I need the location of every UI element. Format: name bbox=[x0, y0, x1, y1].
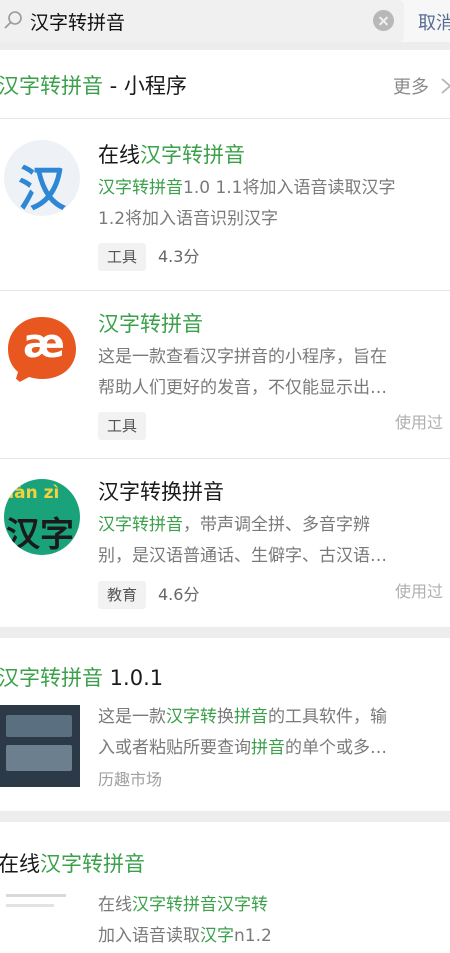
result-description: 这是一款汉字转换拼音的工具软件，输 入或者粘贴所要查询拼音的单个或多… bbox=[98, 707, 387, 758]
search-query: 汉字转拼音 bbox=[30, 12, 126, 34]
app-title: 汉字转换拼音 bbox=[98, 480, 224, 504]
category-tag: 工具 bbox=[98, 412, 147, 440]
search-result-card[interactable]: 在线汉字转拼音 在线汉字转拼音汉字转 加入语音读取汉字n1.2 bbox=[0, 822, 450, 953]
search-input[interactable]: 汉字转拼音 bbox=[0, 0, 404, 42]
chevron-right-icon bbox=[441, 78, 450, 94]
app-description: 汉字转拼音，带声调全拼、多音字辨 别，是汉语普通话、生僻字、古汉语… bbox=[98, 515, 387, 566]
result-description: 在线汉字转拼音汉字转 加入语音读取汉字n1.2 bbox=[98, 895, 272, 946]
thumbnail bbox=[0, 886, 80, 953]
section-title: 汉字转拼音 - 小程序 bbox=[0, 74, 187, 98]
list-item[interactable]: 汉 在线汉字转拼音 汉字转拼音1.0 1.1将加入语音读取汉字 1.2将加入语音… bbox=[0, 119, 450, 290]
thumbnail bbox=[0, 705, 80, 787]
miniprogram-section: 汉字转拼音 - 小程序 更多 汉 在线汉字转拼音 汉字转拼音1.0 1.1将加入… bbox=[0, 50, 450, 627]
search-result-card[interactable]: 汉字转拼音 1.0.1 这是一款汉字转换拼音的工具软件，输 入或者粘贴所要查询拼… bbox=[0, 638, 450, 811]
result-title: 汉字转拼音 1.0.1 bbox=[0, 666, 164, 690]
more-link[interactable]: 更多 bbox=[393, 73, 450, 99]
app-title: 在线汉字转拼音 bbox=[98, 143, 245, 167]
result-source: 历趣市场 bbox=[98, 770, 163, 789]
rating: 4.6分 bbox=[158, 585, 200, 604]
category-tag: 工具 bbox=[98, 243, 147, 271]
search-icon bbox=[4, 11, 22, 29]
used-badge: 使用过 bbox=[395, 582, 444, 601]
rating: 4.3分 bbox=[158, 247, 200, 266]
app-icon: hàn zì 汉字 bbox=[4, 479, 80, 555]
app-icon: 汉 bbox=[4, 140, 80, 216]
section-header: 汉字转拼音 - 小程序 更多 bbox=[0, 50, 450, 118]
app-icon: æ bbox=[4, 313, 80, 389]
list-item[interactable]: æ 汉字转拼音 这是一款查看汉字拼音的小程序，旨在 帮助人们更好的发音，不仅能显… bbox=[0, 291, 450, 458]
app-description: 这是一款查看汉字拼音的小程序，旨在 帮助人们更好的发音，不仅能显示出… bbox=[98, 347, 387, 398]
result-title: 在线汉字转拼音 bbox=[0, 852, 145, 876]
used-badge: 使用过 bbox=[395, 413, 444, 432]
app-description: 汉字转拼音1.0 1.1将加入语音读取汉字 1.2将加入语音识别汉字 bbox=[98, 178, 396, 229]
clear-icon[interactable] bbox=[373, 10, 394, 31]
search-bar: 汉字转拼音 取消 bbox=[0, 0, 450, 42]
cancel-button[interactable]: 取消 bbox=[418, 9, 450, 35]
app-title: 汉字转拼音 bbox=[98, 312, 203, 336]
category-tag: 教育 bbox=[98, 581, 147, 609]
list-item[interactable]: hàn zì 汉字 汉字转换拼音 汉字转拼音，带声调全拼、多音字辨 别，是汉语普… bbox=[0, 459, 450, 627]
